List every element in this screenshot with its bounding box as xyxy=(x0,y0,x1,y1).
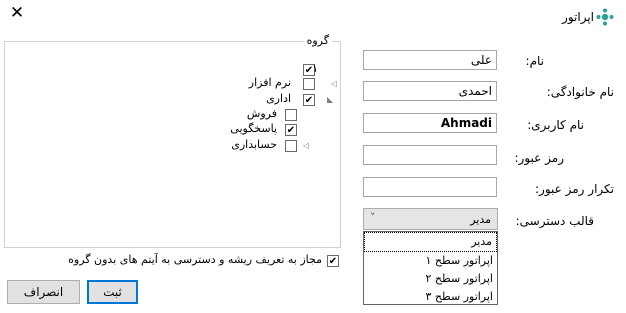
expand-arrow-icon[interactable]: ◁ xyxy=(331,79,337,88)
first-name-label: نام: xyxy=(525,54,544,68)
access-template-value: مدیر xyxy=(470,213,491,226)
last-name-field[interactable]: احمدی xyxy=(363,81,497,101)
cancel-button[interactable]: انصراف xyxy=(7,280,80,304)
submit-button[interactable]: ثبت xyxy=(87,280,138,304)
last-name-label: نام خانوادگی: xyxy=(546,85,614,99)
operator-icon xyxy=(596,8,614,26)
password-label: رمز عبور: xyxy=(514,151,564,165)
tree-checkbox-support[interactable] xyxy=(285,124,297,136)
expand-arrow-icon[interactable]: ◁ xyxy=(303,141,309,150)
tree-checkbox-accounting[interactable] xyxy=(285,140,297,152)
tree-checkbox-administrative[interactable] xyxy=(303,94,315,106)
username-field[interactable]: Ahmadi xyxy=(363,113,497,133)
allow-root-label: مجاز به تعریف ریشه و دسترسی به آیتم های … xyxy=(68,253,322,266)
first-name-field[interactable]: علی xyxy=(363,50,497,70)
dropdown-option[interactable]: اپراتور سطح ۱ xyxy=(364,252,497,270)
access-template-select[interactable]: ˅ مدیر xyxy=(363,208,498,230)
password-repeat-field[interactable] xyxy=(363,177,497,197)
tree-item-label: پاسخگویی xyxy=(230,122,277,135)
window-title: اپراتور xyxy=(562,10,594,24)
tree-item-label: حسابداری xyxy=(231,138,277,151)
tree-item-label: فروش xyxy=(246,107,277,120)
username-label: نام کاربری: xyxy=(527,118,584,132)
password-repeat-label: تکرار رمز عبور: xyxy=(534,182,614,196)
tree-checkbox-sales[interactable] xyxy=(285,109,297,121)
access-template-dropdown: مدیر اپراتور سطح ۱ اپراتور سطح ۲ اپراتور… xyxy=(363,231,498,305)
tree-item-label: ۱ xyxy=(312,62,318,75)
tree-item-label: اداری xyxy=(266,92,291,105)
group-box: گروه ۱ ◁ نرم افزار ◣ اداری فروش پاسخگویی… xyxy=(4,34,341,248)
dropdown-option[interactable]: مدیر xyxy=(364,232,497,252)
chevron-down-icon: ˅ xyxy=(370,211,376,224)
tree-item-label: نرم افزار xyxy=(248,76,291,89)
close-icon[interactable]: ✕ xyxy=(8,3,26,23)
password-field[interactable] xyxy=(363,145,497,165)
dropdown-option[interactable]: اپراتور سطح ۳ xyxy=(364,288,497,306)
tree-checkbox-software[interactable] xyxy=(303,78,315,90)
collapse-arrow-icon[interactable]: ◣ xyxy=(327,95,333,104)
access-template-label: قالب دسترسی: xyxy=(515,214,594,228)
dropdown-option[interactable]: اپراتور سطح ۲ xyxy=(364,270,497,288)
group-legend: گروه xyxy=(303,34,332,47)
allow-root-checkbox[interactable] xyxy=(327,255,339,267)
